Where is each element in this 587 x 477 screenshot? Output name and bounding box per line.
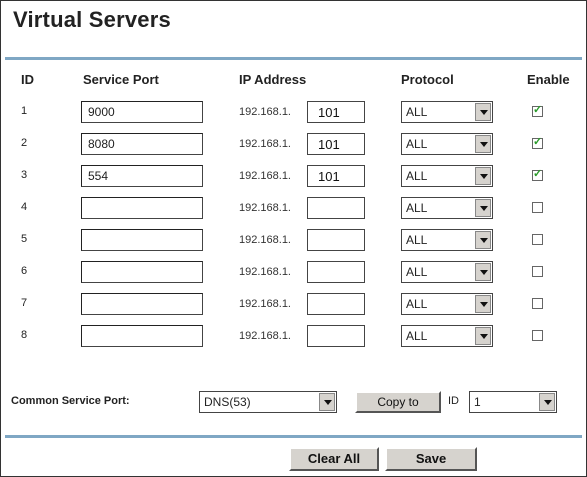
row-id: 4 bbox=[21, 201, 28, 213]
enable-checkbox[interactable] bbox=[532, 202, 543, 213]
service-port-input[interactable] bbox=[81, 165, 203, 187]
ip-prefix: 192.168.1. bbox=[239, 266, 291, 278]
enable-checkbox[interactable] bbox=[532, 234, 543, 245]
protocol-value: ALL bbox=[406, 233, 428, 247]
header-id: ID bbox=[21, 72, 34, 87]
ip-prefix: 192.168.1. bbox=[239, 234, 291, 246]
chevron-down-icon[interactable] bbox=[475, 103, 491, 121]
chevron-down-icon[interactable] bbox=[475, 327, 491, 345]
service-port-input[interactable] bbox=[81, 229, 203, 251]
clear-all-button[interactable]: Clear All bbox=[289, 447, 379, 471]
row-id: 7 bbox=[21, 297, 28, 309]
save-button[interactable]: Save bbox=[385, 447, 477, 471]
protocol-value: ALL bbox=[406, 265, 428, 279]
table-row: 1 192.168.1. ALL ✓ bbox=[1, 101, 587, 125]
row-id: 2 bbox=[21, 137, 28, 149]
ip-last-octet-input[interactable] bbox=[307, 261, 365, 283]
copy-id-label: ID bbox=[448, 395, 459, 407]
chevron-down-icon[interactable] bbox=[319, 393, 335, 411]
copy-id-value: 1 bbox=[474, 395, 481, 409]
protocol-select[interactable]: ALL bbox=[401, 325, 493, 347]
table-row: 5 192.168.1. ALL bbox=[1, 229, 587, 253]
enable-checkbox[interactable] bbox=[532, 330, 543, 341]
ip-prefix: 192.168.1. bbox=[239, 138, 291, 150]
ip-prefix: 192.168.1. bbox=[239, 330, 291, 342]
service-port-input[interactable] bbox=[81, 133, 203, 155]
row-id: 1 bbox=[21, 105, 28, 117]
ip-prefix: 192.168.1. bbox=[239, 298, 291, 310]
checkmark-icon: ✓ bbox=[533, 168, 543, 180]
protocol-value: ALL bbox=[406, 137, 428, 151]
enable-checkbox[interactable] bbox=[532, 298, 543, 309]
protocol-select[interactable]: ALL bbox=[401, 261, 493, 283]
chevron-down-icon[interactable] bbox=[475, 263, 491, 281]
row-id: 8 bbox=[21, 329, 28, 341]
protocol-value: ALL bbox=[406, 297, 428, 311]
common-service-select[interactable]: DNS(53) bbox=[199, 391, 337, 413]
enable-checkbox[interactable]: ✓ bbox=[532, 168, 543, 181]
ip-last-octet-input[interactable] bbox=[307, 101, 365, 123]
service-port-input[interactable] bbox=[81, 261, 203, 283]
ip-last-octet-input[interactable] bbox=[307, 197, 365, 219]
ip-last-octet-input[interactable] bbox=[307, 293, 365, 315]
ip-last-octet-input[interactable] bbox=[307, 133, 365, 155]
row-id: 5 bbox=[21, 233, 28, 245]
copy-id-select[interactable]: 1 bbox=[469, 391, 557, 413]
header-enable: Enable bbox=[527, 72, 570, 87]
table-row: 8 192.168.1. ALL bbox=[1, 325, 587, 349]
service-port-input[interactable] bbox=[81, 293, 203, 315]
protocol-value: ALL bbox=[406, 169, 428, 183]
chevron-down-icon[interactable] bbox=[475, 135, 491, 153]
ip-last-octet-input[interactable] bbox=[307, 229, 365, 251]
copy-to-button[interactable]: Copy to bbox=[355, 391, 441, 413]
chevron-down-icon[interactable] bbox=[475, 231, 491, 249]
table-row: 7 192.168.1. ALL bbox=[1, 293, 587, 317]
table-row: 6 192.168.1. ALL bbox=[1, 261, 587, 285]
table-row: 2 192.168.1. ALL ✓ bbox=[1, 133, 587, 157]
chevron-down-icon[interactable] bbox=[539, 393, 555, 411]
ip-prefix: 192.168.1. bbox=[239, 170, 291, 182]
protocol-select[interactable]: ALL bbox=[401, 133, 493, 155]
service-port-input[interactable] bbox=[81, 101, 203, 123]
row-id: 6 bbox=[21, 265, 28, 277]
header-protocol: Protocol bbox=[401, 72, 454, 87]
protocol-select[interactable]: ALL bbox=[401, 165, 493, 187]
protocol-select[interactable]: ALL bbox=[401, 229, 493, 251]
checkmark-icon: ✓ bbox=[533, 104, 543, 116]
footer-divider bbox=[5, 435, 582, 438]
header-service-port: Service Port bbox=[83, 72, 159, 87]
ip-prefix: 192.168.1. bbox=[239, 202, 291, 214]
protocol-value: ALL bbox=[406, 201, 428, 215]
virtual-servers-panel: Virtual Servers ID Service Port IP Addre… bbox=[0, 0, 587, 477]
chevron-down-icon[interactable] bbox=[475, 199, 491, 217]
row-id: 3 bbox=[21, 169, 28, 181]
header-ip-address: IP Address bbox=[239, 72, 307, 87]
protocol-select[interactable]: ALL bbox=[401, 101, 493, 123]
table-row: 3 192.168.1. ALL ✓ bbox=[1, 165, 587, 189]
service-port-input[interactable] bbox=[81, 325, 203, 347]
enable-checkbox[interactable]: ✓ bbox=[532, 104, 543, 117]
common-service-port-label: Common Service Port: bbox=[11, 395, 130, 407]
title-divider bbox=[5, 57, 582, 60]
chevron-down-icon[interactable] bbox=[475, 295, 491, 313]
checkmark-icon: ✓ bbox=[533, 136, 543, 148]
protocol-value: ALL bbox=[406, 105, 428, 119]
protocol-value: ALL bbox=[406, 329, 428, 343]
protocol-select[interactable]: ALL bbox=[401, 293, 493, 315]
common-service-value: DNS(53) bbox=[204, 395, 251, 409]
ip-last-octet-input[interactable] bbox=[307, 165, 365, 187]
protocol-select[interactable]: ALL bbox=[401, 197, 493, 219]
enable-checkbox[interactable]: ✓ bbox=[532, 136, 543, 149]
enable-checkbox[interactable] bbox=[532, 266, 543, 277]
ip-last-octet-input[interactable] bbox=[307, 325, 365, 347]
table-row: 4 192.168.1. ALL bbox=[1, 197, 587, 221]
ip-prefix: 192.168.1. bbox=[239, 106, 291, 118]
page-title: Virtual Servers bbox=[13, 7, 171, 32]
chevron-down-icon[interactable] bbox=[475, 167, 491, 185]
service-port-input[interactable] bbox=[81, 197, 203, 219]
